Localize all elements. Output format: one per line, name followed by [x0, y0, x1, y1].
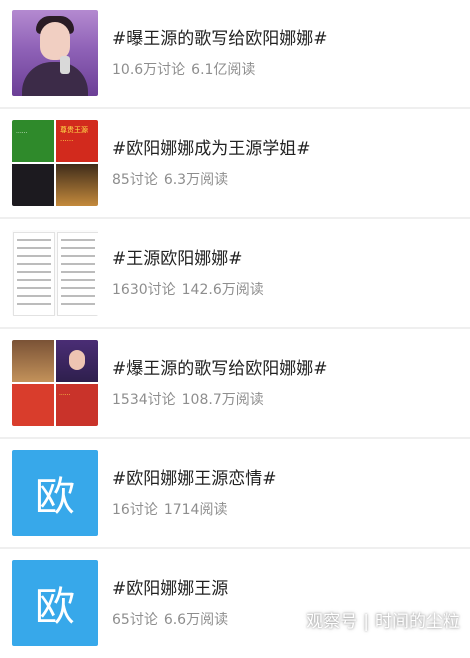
read-count: 1714阅读	[163, 502, 228, 518]
divider	[0, 107, 470, 109]
topic-title: #曝王源的歌写给欧阳娜娜#	[112, 29, 328, 49]
divider	[0, 437, 470, 439]
topic-thumbnail	[12, 230, 98, 316]
read-count: 108.7万阅读	[181, 392, 264, 408]
divider	[0, 327, 470, 329]
topic-title: #欧阳娜娜王源恋情#	[112, 469, 277, 489]
topic-title: #欧阳娜娜王源	[112, 579, 229, 599]
watermark-separator: |	[363, 612, 369, 632]
topic-title: #爆王源的歌写给欧阳娜娜#	[112, 359, 328, 379]
discussion-count: 85讨论	[112, 172, 158, 188]
divider	[0, 217, 470, 219]
topic-item[interactable]: ...... #爆王源的歌写给欧阳娜娜# 1534讨论 108.7万阅读	[0, 330, 470, 438]
topic-item[interactable]: #曝王源的歌写给欧阳娜娜# 10.6万讨论 6.1亿阅读	[0, 0, 470, 108]
topic-thumbnail: 欧	[12, 560, 98, 646]
topic-thumbnail: 欧	[12, 450, 98, 536]
topic-list: #曝王源的歌写给欧阳娜娜# 10.6万讨论 6.1亿阅读 ...... 尊贵王源 …	[0, 0, 470, 646]
read-count: 6.6万阅读	[163, 612, 229, 628]
topic-stats: 16讨论 1714阅读	[112, 499, 227, 519]
topic-stats: 1630讨论 142.6万阅读	[112, 279, 264, 299]
divider	[0, 547, 470, 549]
topic-stats: 65讨论 6.6万阅读	[112, 609, 228, 629]
read-count: 6.1亿阅读	[191, 62, 256, 78]
discussion-count: 65讨论	[112, 612, 158, 628]
topic-stats: 1534讨论 108.7万阅读	[112, 389, 264, 409]
topic-item[interactable]: ...... 尊贵王源 ...... #欧阳娜娜成为王源学姐# 85讨论 6.3万…	[0, 110, 470, 218]
topic-title: #欧阳娜娜成为王源学姐#	[112, 139, 311, 159]
topic-item[interactable]: 欧 #欧阳娜娜王源 65讨论 6.6万阅读	[0, 550, 470, 658]
topic-stats: 85讨论 6.3万阅读	[112, 169, 228, 189]
discussion-count: 1630讨论	[112, 282, 176, 298]
topic-item[interactable]: #王源欧阳娜娜# 1630讨论 142.6万阅读	[0, 220, 470, 328]
topic-title: #王源欧阳娜娜#	[112, 249, 243, 269]
topic-thumbnail: ......	[12, 340, 98, 426]
topic-thumbnail	[12, 10, 98, 96]
topic-stats: 10.6万讨论 6.1亿阅读	[112, 59, 255, 79]
discussion-count: 1534讨论	[112, 392, 176, 408]
read-count: 142.6万阅读	[181, 282, 264, 298]
microphone-icon	[60, 56, 70, 74]
watermark: 观察号 | 时间的尘粒	[306, 607, 460, 632]
watermark-brand: 观察号	[306, 612, 358, 632]
read-count: 6.3万阅读	[163, 172, 229, 188]
discussion-count: 10.6万讨论	[112, 62, 186, 78]
watermark-author: 时间的尘粒	[375, 612, 460, 632]
topic-thumbnail: ...... 尊贵王源 ......	[12, 120, 98, 206]
discussion-count: 16讨论	[112, 502, 158, 518]
topic-item[interactable]: 欧 #欧阳娜娜王源恋情# 16讨论 1714阅读	[0, 440, 470, 548]
